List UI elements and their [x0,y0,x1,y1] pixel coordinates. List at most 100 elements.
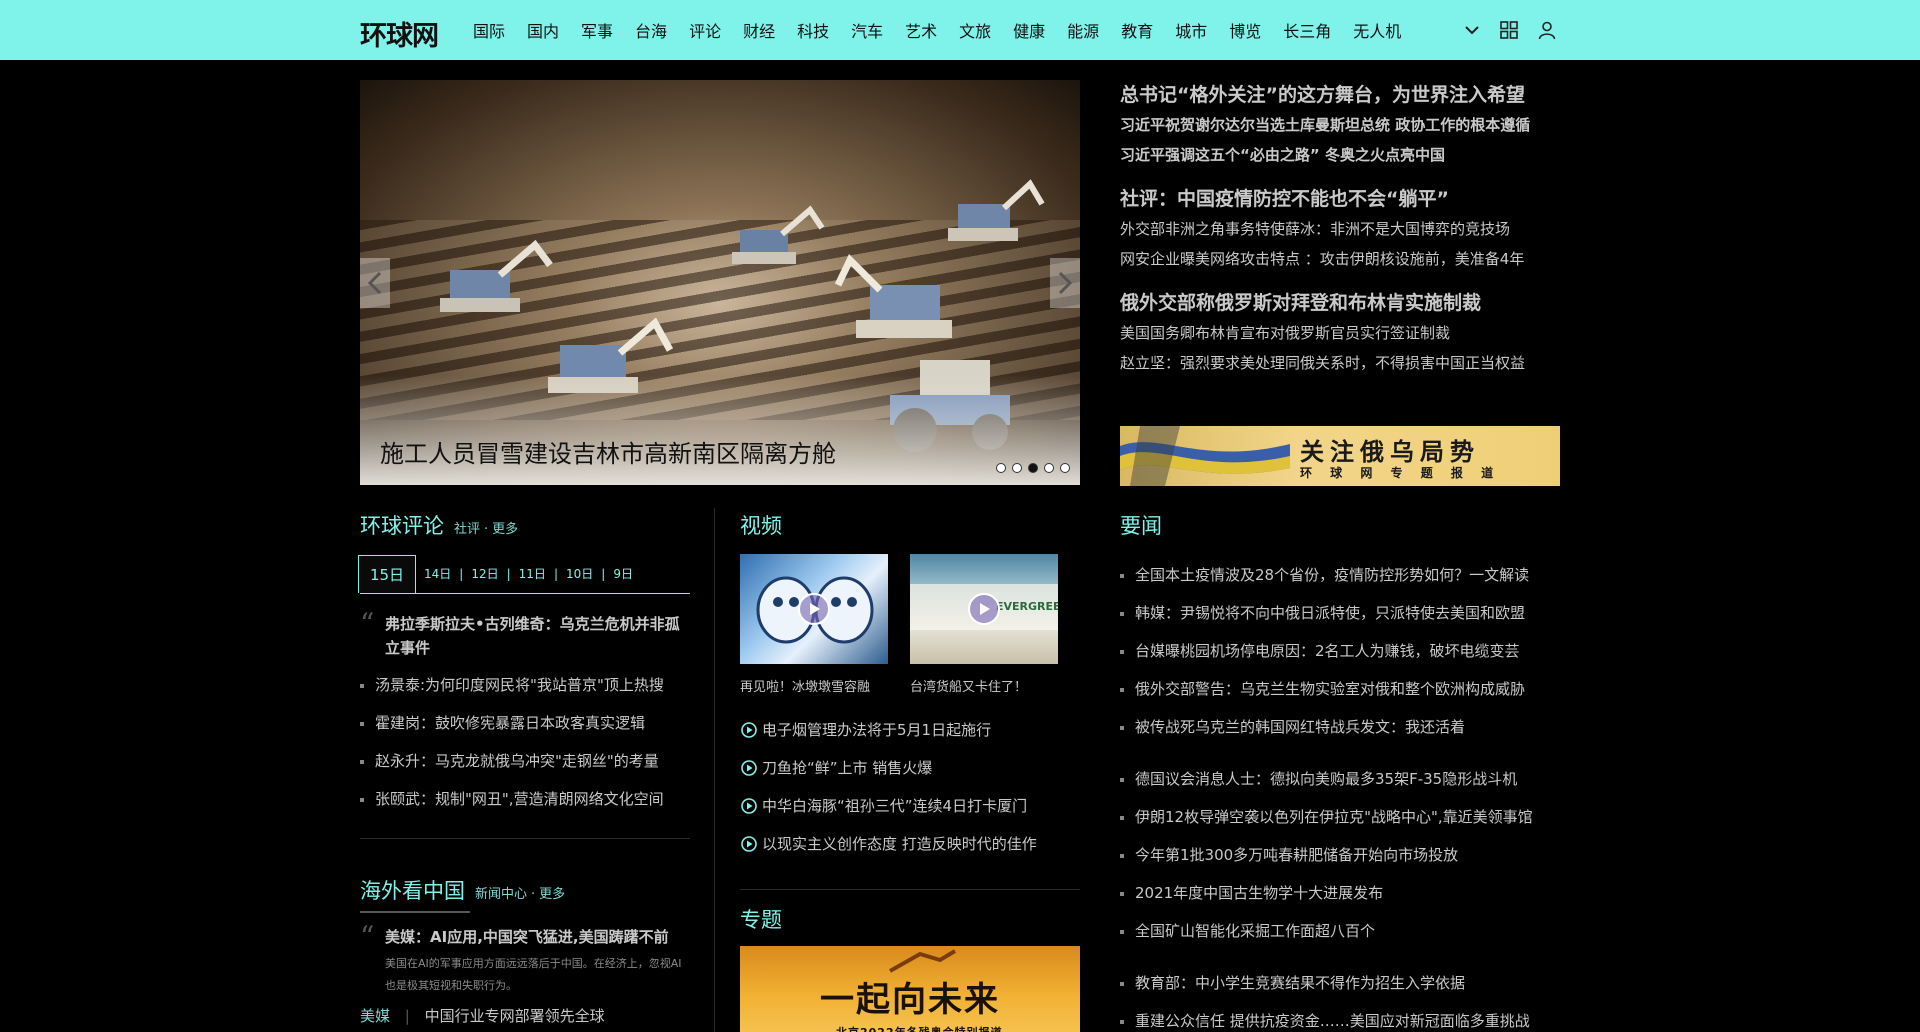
video-caption[interactable]: 台湾货船又卡住了！ [910,676,1058,695]
headline-title[interactable]: 社评：中国疫情防控不能也不会“躺平” [1120,184,1560,214]
play-button[interactable] [798,593,830,625]
date-tab[interactable]: 10日 [566,565,593,582]
section-title[interactable]: 专题 [740,904,1080,934]
date-tab[interactable]: 11日 [519,565,546,582]
list-item[interactable]: 张颐武：规制"网丑",营造清朗网络文化空间 [360,780,690,818]
section-title[interactable]: 视频 [740,510,1080,540]
nav-item-domestic[interactable]: 国内 [527,18,559,42]
news-item[interactable]: 2021年度中国古生物学十大进展发布 [1120,874,1560,912]
nav-item-art[interactable]: 艺术 [905,18,937,42]
date-tab[interactable]: 14日 [424,565,451,582]
video-thumbnail[interactable]: EVERGREEN 台湾货船又卡住了！ [910,554,1058,695]
media-item-title[interactable]: 中国行业专网部署领先全球 [425,1007,605,1025]
chevron-right-icon [1058,271,1073,295]
commentary-header: 环球评论 社评 · 更多 [360,510,690,540]
headline-sub[interactable]: 网安企业曝美网络攻击特点 ：攻击伊朗核设施前，美准备4年 [1120,244,1560,274]
list-item[interactable]: 霍建岗：鼓吹修宪暴露日本政客真实逻辑 [360,704,690,742]
news-item[interactable]: 重建公众信任 提供抗疫资金……美国应对新冠面临多重挑战 [1120,1002,1560,1032]
news-item[interactable]: 俄外交部警告：乌克兰生物实验室对俄和整个欧洲构成威胁 [1120,670,1560,708]
topic-banner[interactable]: 一起向未来 北京2022年冬残奥会特别报道 [740,946,1080,1032]
carousel-dot[interactable] [1044,463,1054,473]
russia-ukraine-banner[interactable]: 关注俄乌局势 环 球 网 专 题 报 道 [1120,426,1560,486]
lead-overseas-title[interactable]: 美媒：AI应用,中国突飞猛进,美国踌躇不前 [385,925,690,949]
nav-item-education[interactable]: 教育 [1121,18,1153,42]
nav-item-international[interactable]: 国际 [473,18,505,42]
headline-sub[interactable]: 美国国务卿布林肯宣布对俄罗斯官员实行签证制裁 [1120,318,1560,348]
list-item[interactable]: 汤景泰:为何印度网民将"我站普京"顶上热搜 [360,666,690,704]
nav-item-energy[interactable]: 能源 [1067,18,1099,42]
news-item[interactable]: 今年第1批300多万吨春耕肥储备开始向市场投放 [1120,836,1560,874]
video-list-item[interactable]: 刀鱼抢“鲜”上市 销售火爆 [740,749,1080,787]
nav-item-drone[interactable]: 无人机 [1353,18,1401,42]
news-item[interactable]: 台媒曝桃园机场停电原因：2名工人为赚钱，破坏电缆变芸 [1120,632,1560,670]
carousel-dot[interactable] [996,463,1006,473]
section-separator: · [484,522,489,537]
news-item[interactable]: 德国议会消息人士：德拟向美购最多35架F-35隐形战斗机 [1120,760,1560,798]
headline-sub[interactable]: 习近平强调这五个“必由之路” 冬奥之火点亮中国 [1120,140,1560,170]
section-title[interactable]: 要闻 [1120,510,1560,540]
nav-item-travel[interactable]: 文旅 [959,18,991,42]
headline-title[interactable]: 俄外交部称俄罗斯对拜登和布林肯实施制裁 [1120,288,1560,318]
separator: | [601,566,606,581]
headline-sub[interactable]: 赵立坚：强烈要求美处理同俄关系时，不得损害中国正当权益 [1120,348,1560,378]
news-item[interactable]: 被传战死乌克兰的韩国网红特战兵发文：我还活着 [1120,708,1560,746]
list-item[interactable]: 赵永升：马克龙就俄乌冲突"走钢丝"的考量 [360,742,690,780]
carousel-dot[interactable] [1012,463,1022,473]
headline-title[interactable]: 总书记“格外关注”的这方舞台，为世界注入希望 [1120,80,1560,110]
carousel-dot[interactable] [1028,463,1038,473]
date-tab[interactable]: 9日 [613,565,633,582]
video-list-item[interactable]: 电子烟管理办法将于5月1日起施行 [740,711,1080,749]
video-list-item-title: 电子烟管理办法将于5月1日起施行 [762,721,992,739]
carousel-caption[interactable]: 施工人员冒雪建设吉林市高新南区隔离方舱 [380,434,836,469]
lead-commentary-title[interactable]: 弗拉季斯拉夫•古列维奇：乌克兰危机并非孤立事件 [385,612,690,660]
news-item[interactable]: 教育部：中小学生竞赛结果不得作为招生入学依据 [1120,964,1560,1002]
nav-item-expo[interactable]: 博览 [1229,18,1261,42]
nav-item-taiwan[interactable]: 台海 [635,18,667,42]
grid-apps-icon[interactable] [1499,20,1519,40]
carousel-next-button[interactable] [1050,258,1080,308]
video-thumbnail[interactable]: 再见啦！冰墩墩雪容融 [740,554,888,695]
nav-item-tech[interactable]: 科技 [797,18,829,42]
nav-item-military[interactable]: 军事 [581,18,613,42]
news-list: 教育部：中小学生竞赛结果不得作为招生入学依据 重建公众信任 提供抗疫资金……美国… [1120,964,1560,1032]
excavator-graphic [948,179,1045,241]
date-tab-active[interactable]: 15日 [358,554,416,593]
nav-item-city[interactable]: 城市 [1175,18,1207,42]
user-icon[interactable] [1537,20,1557,40]
carousel-dot[interactable] [1060,463,1070,473]
photo-carousel[interactable]: 施工人员冒雪建设吉林市高新南区隔离方舱 [360,80,1080,485]
nav-item-finance[interactable]: 财经 [743,18,775,42]
video-list-item[interactable]: 以现实主义创作态度 打造反映时代的佳作 [740,825,1080,863]
video-list-item[interactable]: 中华白海豚“祖孙三代”连续4日打卡厦门 [740,787,1080,825]
topic-banner-title: 一起向未来 [820,980,1000,1020]
play-button[interactable] [968,593,1000,625]
news-list: 德国议会消息人士：德拟向美购最多35架F-35隐形战斗机 伊朗12枚导弹空袭以色… [1120,760,1560,950]
nav-item-auto[interactable]: 汽车 [851,18,883,42]
news-item[interactable]: 韩媒：尹锡悦将不向中俄日派特使，只派特使去美国和欧盟 [1120,594,1560,632]
section-title[interactable]: 海外看中国 [360,875,465,905]
news-item[interactable]: 全国矿山智能化采掘工作面超八百个 [1120,912,1560,950]
section-title[interactable]: 环球评论 [360,510,444,540]
section-link-more[interactable]: 更多 [539,883,565,902]
site-logo[interactable]: 环球网 [360,14,439,53]
news-item[interactable]: 全国本土疫情波及28个省份，疫情防控形势如何？一文解读 [1120,556,1560,594]
overseas-header: 海外看中国 新闻中心 · 更多 [360,875,690,905]
section-link-editorial[interactable]: 社评 [454,518,480,537]
media-tag[interactable]: 美媒 [360,1007,390,1025]
section-link-more[interactable]: 更多 [492,518,518,537]
chevron-down-icon[interactable] [1462,20,1482,40]
headline-sub[interactable]: 外交部非洲之角事务特使薛冰：非洲不是大国博弈的竞技场 [1120,214,1560,244]
section-link-news-center[interactable]: 新闻中心 [475,883,527,902]
carousel-prev-button[interactable] [360,258,390,308]
nav-item-yangtze-delta[interactable]: 长三角 [1283,18,1331,42]
video-caption[interactable]: 再见啦！冰墩墩雪容融 [740,676,888,695]
video-image: EVERGREEN [910,554,1058,664]
excavator-graphic [732,205,825,264]
headline-sub[interactable]: 习近平祝贺谢尔达尔当选土库曼斯坦总统 政协工作的根本遵循 [1120,110,1560,140]
date-tab[interactable]: 12日 [471,565,498,582]
news-item[interactable]: 伊朗12枚导弹空袭以色列在伊拉克"战略中心",靠近美领事馆 [1120,798,1560,836]
nav-item-opinion[interactable]: 评论 [689,18,721,42]
nav-item-health[interactable]: 健康 [1013,18,1045,42]
headline-group: 俄外交部称俄罗斯对拜登和布林肯实施制裁 美国国务卿布林肯宣布对俄罗斯官员实行签证… [1120,288,1560,378]
